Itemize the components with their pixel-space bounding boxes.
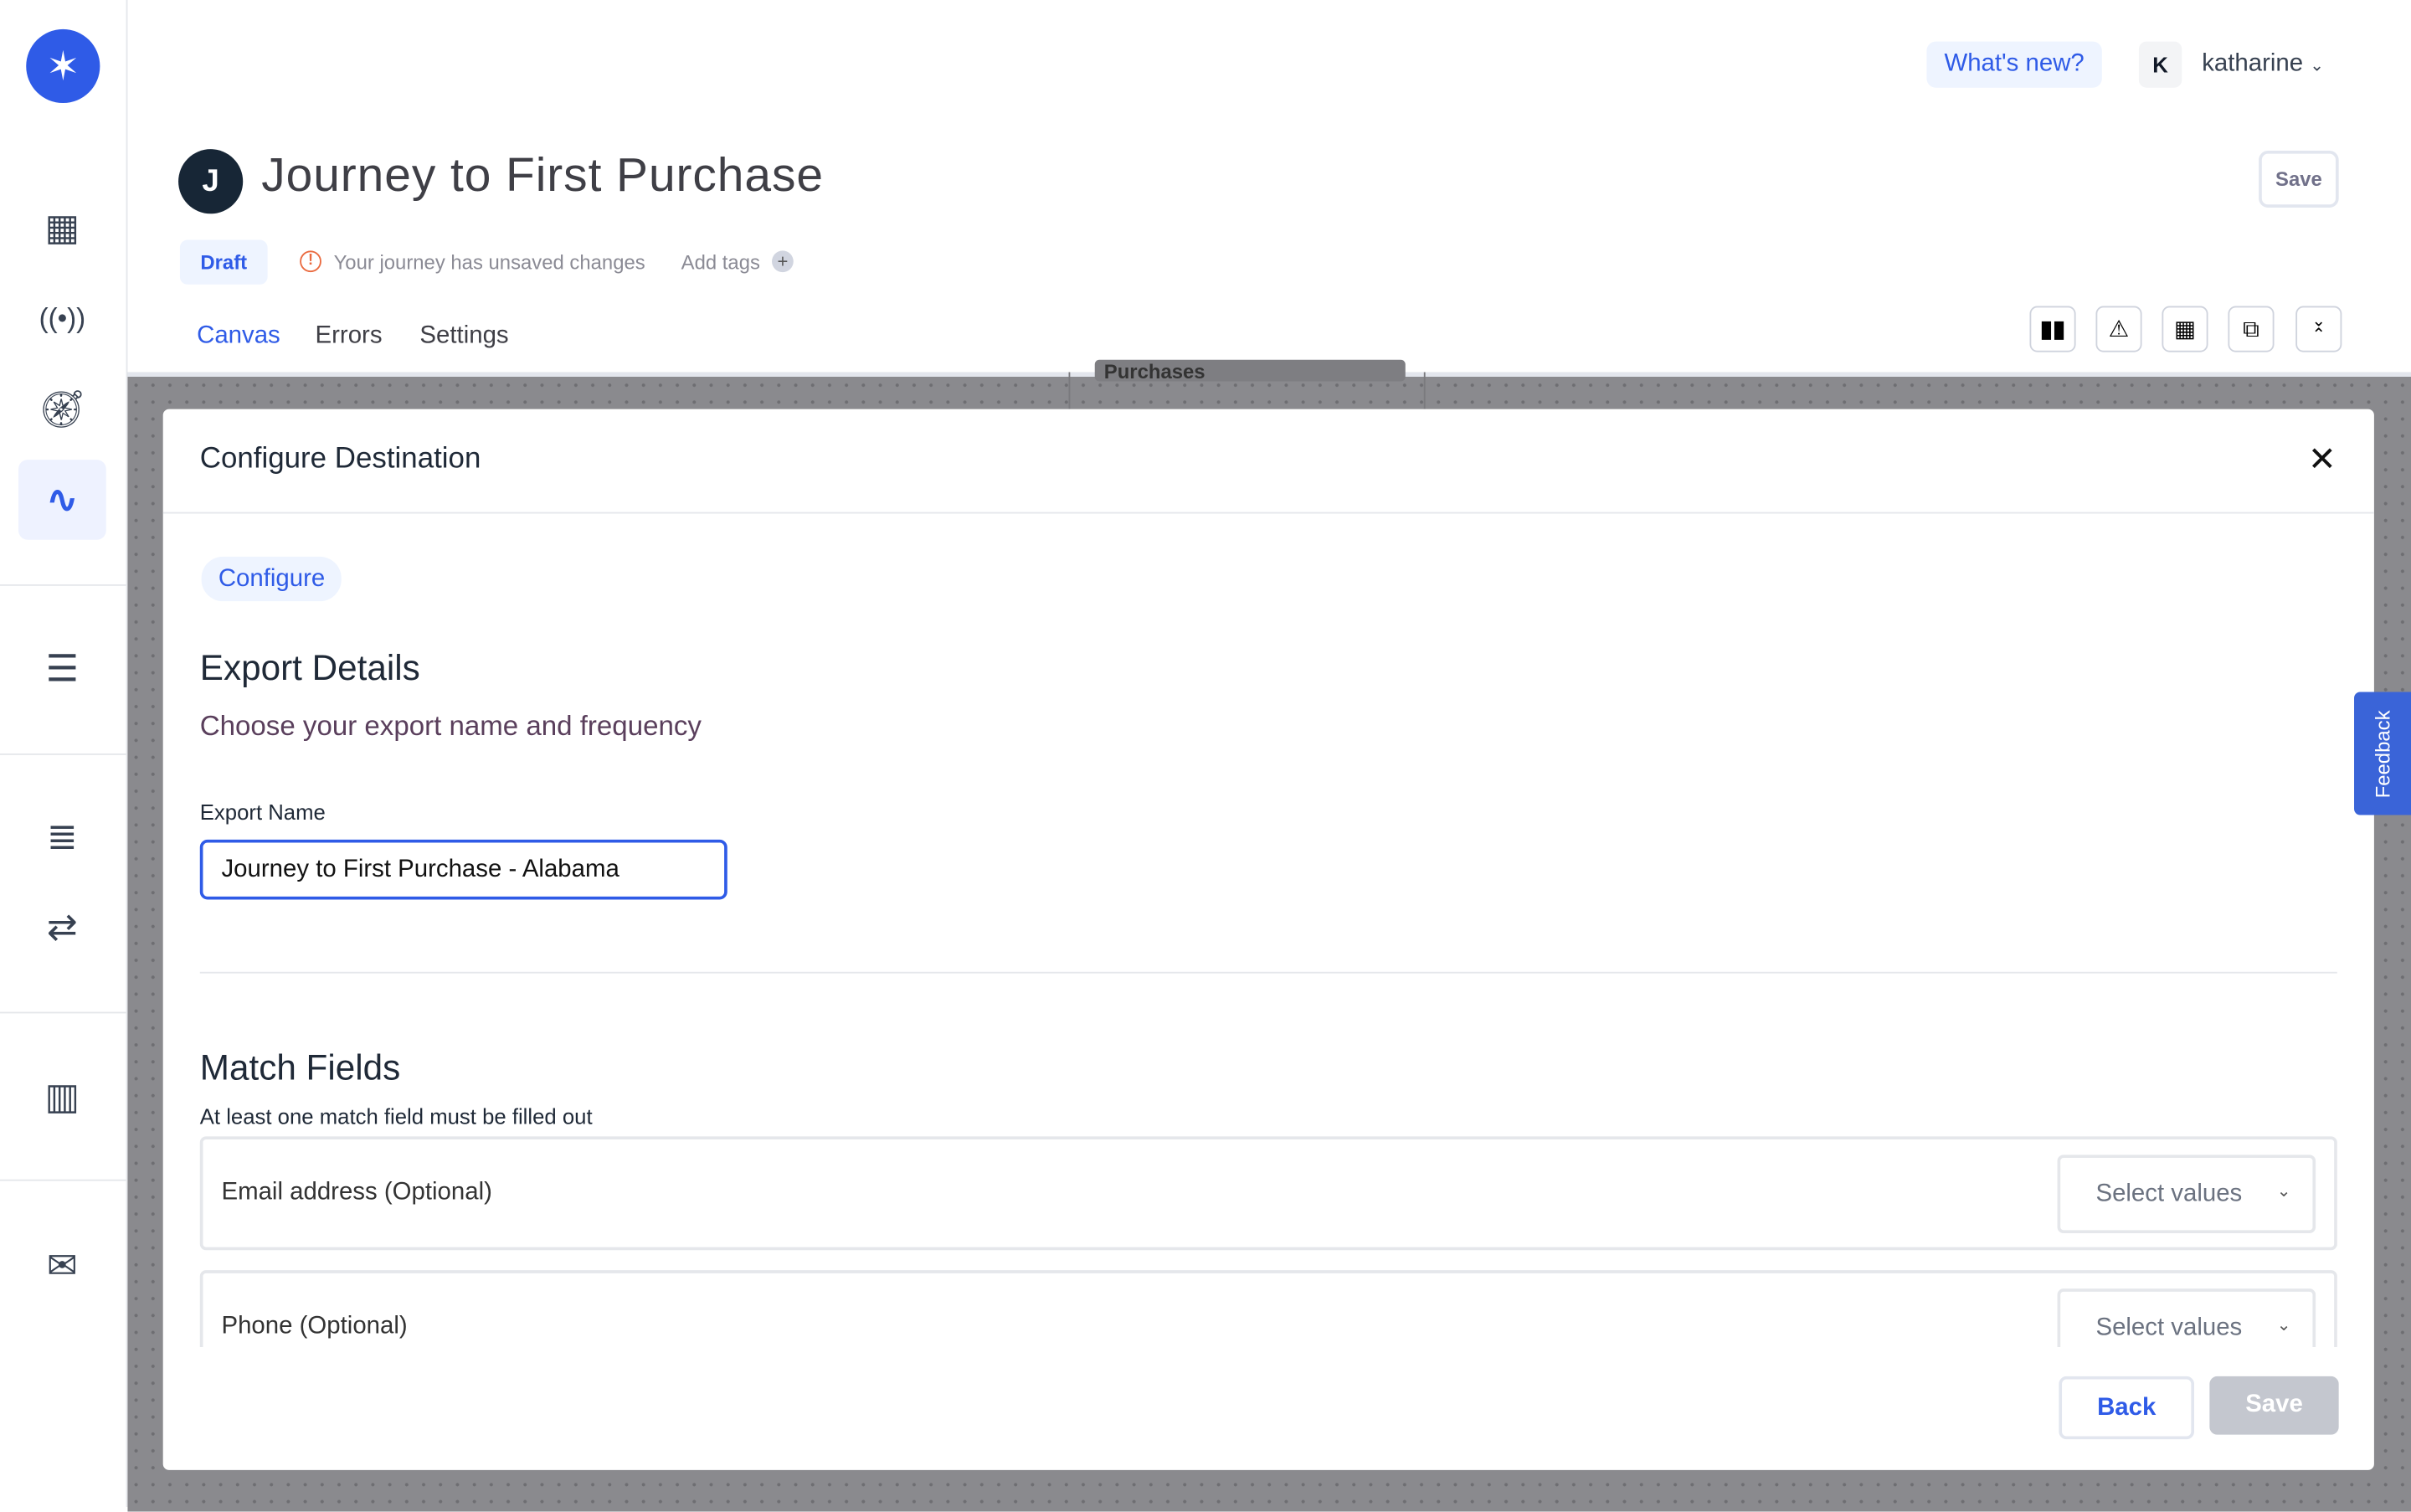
match-fields-heading: Match Fields	[199, 1047, 401, 1088]
compass-icon[interactable]: 🧭︎	[18, 369, 106, 450]
dashboard-icon[interactable]: ▦	[18, 188, 106, 268]
select-placeholder: Select values	[2095, 1314, 2243, 1340]
configure-destination-modal: Configure Destination ✕ Configure Export…	[162, 409, 2374, 1470]
feedback-label: Feedback	[2371, 709, 2394, 798]
divider	[0, 753, 126, 755]
modal-body[interactable]: Configure Destination ✕ Configure Export…	[162, 409, 2374, 1347]
match-field-phone: Phone (Optional) Select values ⌄	[199, 1270, 2337, 1347]
back-button[interactable]: Back	[2059, 1376, 2195, 1440]
close-icon[interactable]: ✕	[2308, 440, 2336, 480]
step-configure[interactable]: Configure	[201, 556, 342, 602]
collapse-icon[interactable]: ⌄ ⌃	[2295, 306, 2342, 352]
tab-errors[interactable]: Errors	[316, 323, 383, 351]
building-icon[interactable]: ▥	[18, 1057, 106, 1137]
add-copy-icon[interactable]: ⧉	[2228, 306, 2275, 352]
match-field-label: Phone (Optional)	[221, 1313, 408, 1340]
add-tags-link[interactable]: Add tags	[681, 250, 760, 274]
logo-icon[interactable]: ✶	[26, 28, 100, 104]
export-details-subheading: Choose your export name and frequency	[199, 710, 702, 742]
match-fields-note: At least one match field must be filled …	[199, 1103, 593, 1129]
journey-icon[interactable]: ∿	[18, 460, 106, 540]
list-check-icon[interactable]: ☰	[18, 629, 106, 709]
tab-canvas[interactable]: Canvas	[197, 323, 280, 351]
save-button[interactable]: Save	[2209, 1376, 2339, 1435]
sync-icon[interactable]: ⇄	[18, 887, 106, 968]
chevron-down-icon: ⌄	[2276, 1316, 2291, 1335]
chevron-down-icon: ⌄	[2310, 56, 2325, 75]
page-title: Journey to First Purchase	[261, 147, 824, 202]
journey-avatar: J	[178, 149, 244, 214]
modal-header: Configure Destination ✕	[162, 409, 2374, 514]
match-field-email: Email address (Optional) Select values ⌄	[199, 1136, 2337, 1251]
user-name: katharine	[2202, 50, 2304, 77]
modal-title: Configure Destination	[199, 442, 481, 476]
warning-icon: !	[300, 250, 321, 273]
database-icon[interactable]: ≣	[18, 796, 106, 877]
mail-send-icon[interactable]: ✉	[18, 1226, 106, 1306]
divider	[199, 971, 2337, 974]
export-name-input[interactable]: Journey to First Purchase - Alabama	[199, 839, 727, 900]
export-name-label: Export Name	[199, 800, 326, 825]
status-badge: Draft	[179, 239, 268, 285]
divider	[0, 1011, 126, 1014]
warning-icon[interactable]: ⚠	[2095, 306, 2142, 352]
plus-icon[interactable]: +	[772, 250, 794, 273]
sidebar: ✶ ▦ ((•)) 🧭︎ ∿ ☰ ≣ ⇄ ▥ ✉	[0, 0, 128, 1507]
user-menu[interactable]: katharine ⌄	[2202, 51, 2324, 79]
divider	[0, 584, 126, 586]
canvas-node-label: Purchases	[1094, 359, 1406, 382]
tab-settings[interactable]: Settings	[419, 323, 508, 351]
match-field-label: Email address (Optional)	[221, 1179, 492, 1206]
broadcast-icon[interactable]: ((•))	[18, 278, 106, 358]
calendar-icon[interactable]: ▦	[2162, 306, 2208, 352]
chevron-down-icon: ⌄	[2276, 1182, 2291, 1201]
bar-chart-icon[interactable]: ▮▮	[2029, 306, 2076, 352]
export-details-heading: Export Details	[199, 647, 420, 688]
select-placeholder: Select values	[2095, 1180, 2243, 1206]
save-journey-button[interactable]: Save	[2259, 150, 2339, 208]
email-select[interactable]: Select values ⌄	[2057, 1155, 2316, 1234]
whats-new-button[interactable]: What's new?	[1926, 41, 2102, 88]
divider	[0, 1179, 126, 1181]
user-avatar[interactable]: K	[2138, 41, 2182, 88]
phone-select[interactable]: Select values ⌄	[2057, 1288, 2316, 1347]
feedback-tab[interactable]: Feedback	[2354, 692, 2411, 815]
unsaved-changes-text: Your journey has unsaved changes	[333, 250, 645, 274]
